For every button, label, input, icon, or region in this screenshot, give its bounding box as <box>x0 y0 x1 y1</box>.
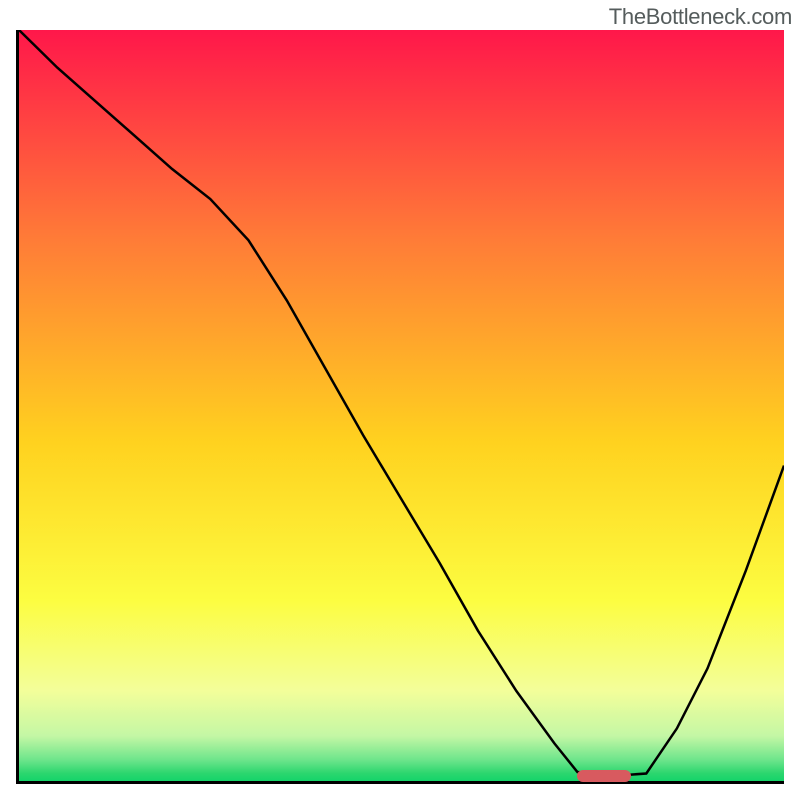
optimal-range-marker <box>577 770 631 782</box>
chart-container: TheBottleneck.com <box>0 0 800 800</box>
plot-area <box>16 30 784 784</box>
bottleneck-curve <box>19 30 784 776</box>
watermark-text: TheBottleneck.com <box>609 4 792 30</box>
curve-layer <box>19 30 784 781</box>
